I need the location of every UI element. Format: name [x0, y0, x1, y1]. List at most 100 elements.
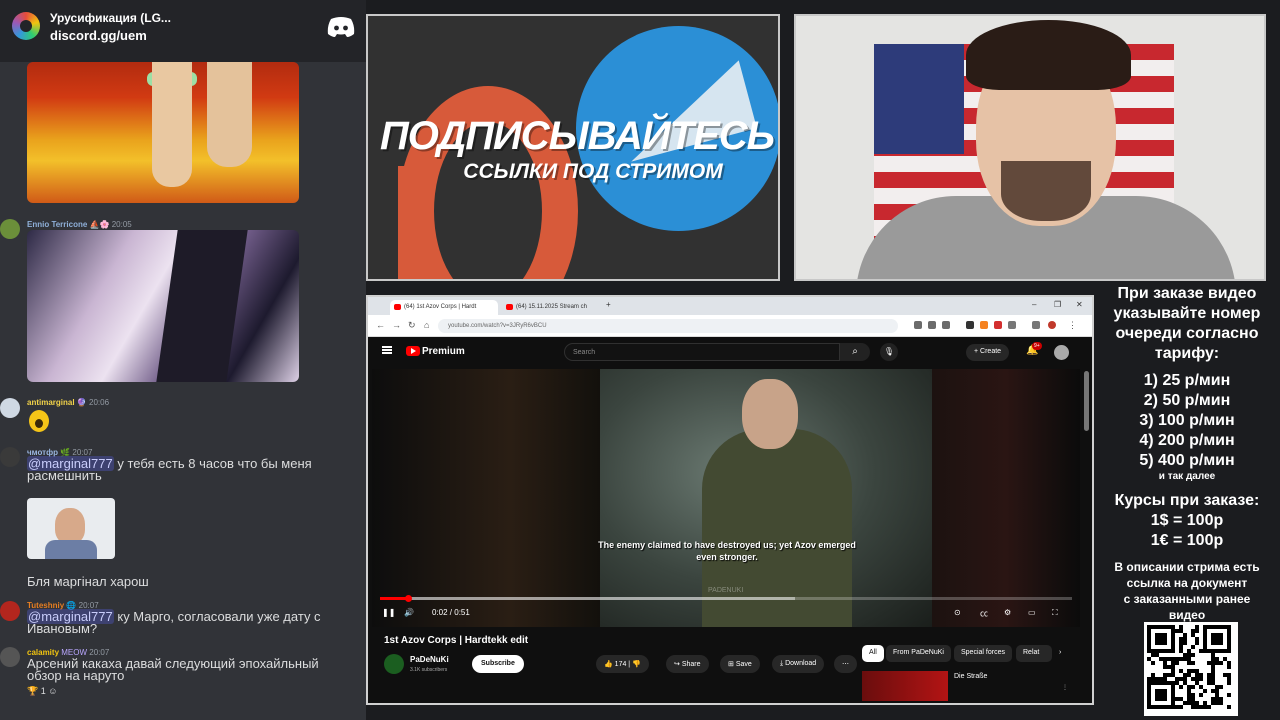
chip-from-channel[interactable]: From PaDeNuKi [886, 645, 951, 662]
image-detail [45, 540, 97, 559]
minimize-icon[interactable]: – [1032, 300, 1036, 309]
progress-bar[interactable] [380, 595, 1072, 602]
username[interactable]: antimarginal [27, 398, 75, 407]
qr-module [1227, 705, 1231, 709]
avatar[interactable] [0, 647, 20, 667]
discord-server-header[interactable]: Урусификация (LG... discord.gg/uem [0, 0, 366, 62]
settings-gear-icon[interactable]: ⚙ [1004, 608, 1011, 617]
info-text: При заказе видео [1117, 285, 1257, 302]
save-icon: ⊞ [728, 661, 734, 668]
channel-name[interactable]: PaDeNuKi [410, 655, 449, 664]
add-reaction-icon[interactable]: ☺ [48, 686, 57, 696]
thumbs-down-icon[interactable]: 👎 [632, 661, 641, 668]
rate-item: 1€ = 100р [1150, 532, 1224, 549]
create-label: Create [980, 348, 1002, 355]
reload-icon[interactable]: ↻ [408, 320, 416, 331]
avatar[interactable] [0, 398, 20, 418]
autoplay-toggle-icon[interactable]: ⊙ [954, 608, 961, 617]
qr-module [1191, 653, 1195, 657]
info-text: очереди согласно [1115, 325, 1259, 342]
image-detail [156, 230, 248, 382]
fullscreen-icon[interactable]: ⛶ [1052, 608, 1058, 618]
extensions-puzzle-icon[interactable] [1008, 321, 1016, 329]
captions-icon[interactable]: ㏄ [980, 608, 988, 619]
save-label: Save [735, 661, 752, 668]
chat-image-attachment[interactable] [27, 498, 115, 559]
create-button[interactable]: + Create [966, 344, 1010, 361]
like-button[interactable]: 👍 174 | 👎 [596, 655, 649, 673]
qr-module [1199, 677, 1203, 681]
pause-icon[interactable]: ❚❚ [382, 608, 395, 617]
zoom-icon[interactable] [914, 321, 922, 329]
more-actions-icon[interactable]: ⋯ [834, 655, 857, 673]
extension-icon[interactable] [994, 321, 1002, 329]
home-icon[interactable]: ⌂ [424, 320, 429, 330]
message-reactions[interactable]: 🏆 1 ☺ [27, 686, 57, 697]
discord-chat-panel: Урусификация (LG... discord.gg/uem Ennio… [0, 0, 366, 720]
cast-icon[interactable] [928, 321, 936, 329]
qr-module [1227, 649, 1231, 653]
chip-related[interactable]: Relat [1016, 645, 1052, 662]
video-player[interactable]: The enemy claimed to have destroyed us; … [372, 369, 1080, 627]
extension-icon[interactable] [980, 321, 988, 329]
message-text-continued: обзор на наруто [27, 668, 125, 683]
promo-banner: ПОДПИСЫВАЙТЕСЬ ССЫЛКИ ПОД СТРИМОМ [366, 14, 780, 281]
avatar[interactable] [0, 601, 20, 621]
message-text-continued: расмешнить [27, 468, 102, 483]
reaction-count: 1 [40, 686, 46, 696]
recommended-more-icon[interactable]: ⋮ [1062, 684, 1068, 691]
browser-menu-icon[interactable]: ⋮ [1068, 320, 1077, 331]
bookmark-star-icon[interactable] [942, 321, 950, 329]
us-flag-canton [874, 44, 964, 154]
extension-icon[interactable] [966, 321, 974, 329]
forward-icon[interactable]: → [392, 320, 401, 330]
profile-icon[interactable] [1048, 321, 1056, 329]
recommended-video-thumbnail[interactable] [862, 671, 948, 701]
account-avatar[interactable] [1054, 345, 1069, 360]
chevron-right-icon[interactable]: › [1052, 645, 1068, 662]
username[interactable]: Ennio Terricone [27, 220, 87, 229]
maximize-icon[interactable]: ❐ [1054, 300, 1061, 309]
hamburger-menu-icon[interactable] [382, 346, 392, 354]
new-tab-icon[interactable]: + [606, 300, 611, 309]
qr-module [1191, 661, 1195, 665]
theater-mode-icon[interactable]: ▭ [1028, 608, 1036, 617]
page-scrollbar[interactable] [1084, 371, 1089, 431]
chat-image-attachment[interactable] [27, 62, 299, 203]
microphone-icon[interactable]: 🎙 [880, 343, 898, 361]
search-icon[interactable]: ⌕ [840, 343, 870, 361]
qr-code[interactable] [1144, 622, 1238, 716]
chip-all[interactable]: All [862, 645, 884, 662]
download-button[interactable]: ⤓ Download [772, 655, 825, 673]
subscribe-button[interactable]: Subscribe [472, 655, 524, 673]
server-invite-link[interactable]: discord.gg/uem [50, 28, 147, 43]
video-figure-head [742, 379, 798, 449]
webcam-feed [794, 14, 1266, 281]
url-field[interactable]: youtube.com/watch?v=3JRyR6vBCU [438, 319, 898, 333]
browser-tab-active[interactable]: (64) 1st Azov Corps | Hardt [390, 300, 498, 315]
order-info-panel: При заказе видео указывайте номер очеред… [1094, 282, 1280, 720]
chip-special-forces[interactable]: Special forces [954, 645, 1012, 662]
chat-image-attachment[interactable] [27, 230, 299, 382]
youtube-brand-label[interactable]: Premium [422, 346, 465, 357]
back-icon[interactable]: ← [376, 320, 385, 330]
channel-avatar[interactable] [384, 654, 404, 674]
close-icon[interactable]: ✕ [1076, 300, 1083, 309]
browser-tab[interactable]: (64) 15.11.2025 Stream ch [502, 300, 600, 315]
avatar[interactable] [0, 447, 20, 467]
youtube-logo-icon[interactable] [406, 346, 420, 356]
search-input[interactable]: Search [564, 343, 840, 361]
sidebar-icon[interactable] [1032, 321, 1040, 329]
video-title: 1st Azov Corps | Hardtekk edit [384, 635, 529, 646]
tariff-item: 3) 100 р/мин [1139, 412, 1235, 429]
stream-layout: Урусификация (LG... discord.gg/uem Ennio… [0, 0, 1280, 720]
save-button[interactable]: ⊞ Save [720, 655, 760, 673]
volume-icon[interactable]: 🔊 [404, 608, 414, 617]
share-button[interactable]: ↪ Share [666, 655, 709, 673]
recommended-video-title[interactable]: Die Straße [954, 673, 987, 680]
image-detail [207, 62, 252, 167]
scrubber-handle[interactable] [404, 595, 412, 602]
avatar[interactable] [0, 219, 20, 239]
video-frame-left [372, 369, 602, 627]
qr-module [1163, 697, 1167, 701]
